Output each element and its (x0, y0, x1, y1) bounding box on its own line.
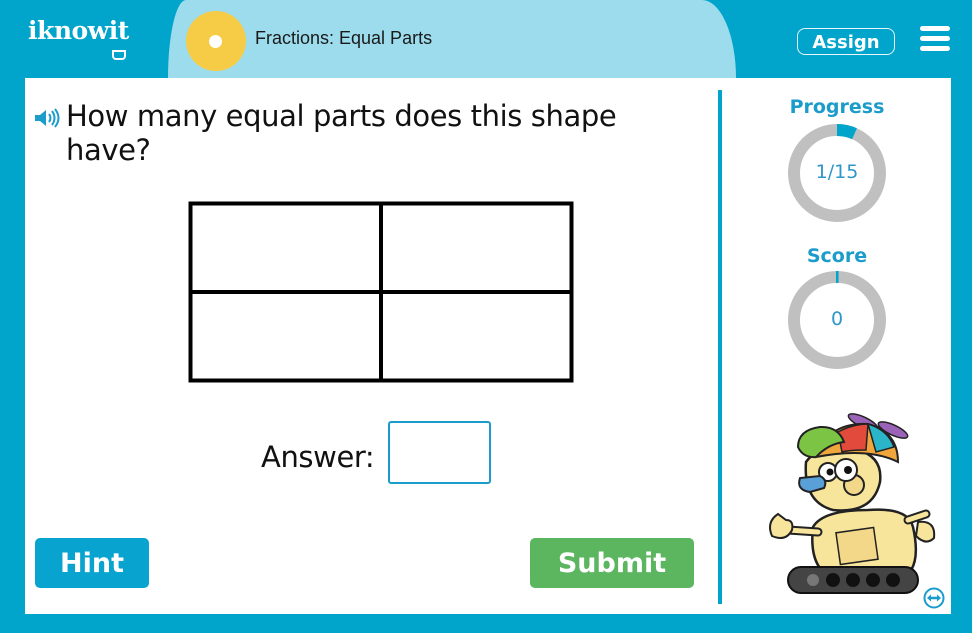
panel-divider (718, 90, 722, 604)
answer-input[interactable] (388, 421, 491, 484)
question-text: How many equal parts does this shape hav… (66, 99, 617, 167)
lesson-title-band (168, 0, 736, 78)
progress-label: Progress (789, 96, 885, 118)
score-ring-marker (836, 271, 839, 283)
answer-label: Answer: (261, 440, 375, 474)
hint-button[interactable]: Hint (35, 538, 149, 588)
swap-horizontal-icon[interactable] (923, 587, 945, 609)
sun-center (209, 35, 222, 48)
iknowit-logo[interactable]: iknowit (28, 16, 129, 45)
hamburger-menu-icon[interactable] (920, 26, 950, 52)
lightbulb-icon (112, 50, 126, 60)
lesson-title: Fractions: Equal Parts (255, 28, 433, 48)
submit-button[interactable]: Submit (530, 538, 694, 588)
score-label: Score (806, 245, 868, 267)
progress-value: 1/15 (815, 161, 859, 183)
robot-mascot (769, 413, 936, 594)
assign-button[interactable]: Assign (797, 28, 895, 55)
divided-rectangle (188, 201, 574, 383)
score-value: 0 (830, 308, 844, 330)
speaker-icon[interactable] (34, 108, 62, 128)
